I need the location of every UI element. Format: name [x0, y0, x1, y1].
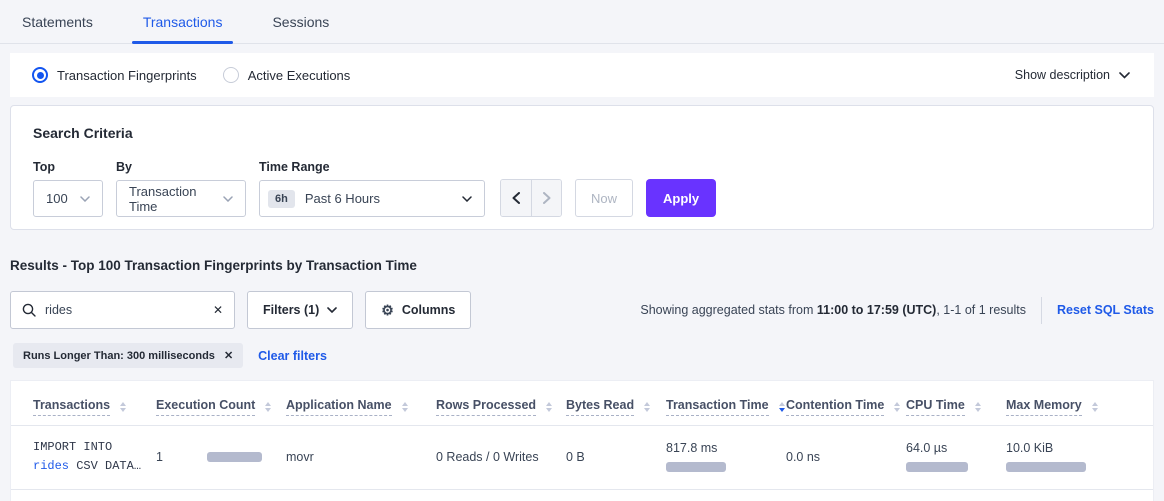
- sort-icon[interactable]: [1092, 402, 1098, 412]
- filter-pill-label: Runs Longer Than: 300 milliseconds: [23, 350, 215, 362]
- radio-selected-icon[interactable]: [32, 67, 48, 83]
- search-icon: [22, 303, 36, 317]
- radio-transaction-fingerprints[interactable]: Transaction Fingerprints: [32, 67, 197, 83]
- column-header-transactions[interactable]: Transactions: [33, 398, 126, 416]
- table-row: IMPORT INTO rides CSV DATA… 1 movr 0 Rea…: [11, 426, 1154, 490]
- radio-label: Transaction Fingerprints: [57, 68, 197, 83]
- columns-label: Columns: [402, 303, 455, 317]
- cell-contention-time: 0.0 ns: [786, 426, 906, 490]
- sort-icon[interactable]: [894, 402, 900, 412]
- column-header-max-memory[interactable]: Max Memory: [1006, 398, 1098, 416]
- column-header-execution-count[interactable]: Execution Count: [156, 398, 271, 416]
- cell-bytes-read: 0 B: [566, 426, 666, 490]
- search-criteria-title: Search Criteria: [33, 125, 1131, 141]
- sort-icon-active-desc[interactable]: [779, 402, 785, 412]
- apply-button[interactable]: Apply: [646, 179, 716, 217]
- by-value: Transaction Time: [129, 184, 223, 214]
- chevron-left-icon: [512, 192, 520, 204]
- cell-transaction-fingerprint: IMPORT INTO rides CSV DATA…: [11, 426, 156, 490]
- chevron-down-icon: [462, 196, 472, 202]
- cell-max-memory: 10.0 KiB: [1006, 426, 1154, 490]
- show-description-label: Show description: [1015, 68, 1110, 82]
- clear-search-icon[interactable]: ✕: [213, 304, 223, 316]
- by-label: By: [116, 160, 246, 174]
- show-description-toggle[interactable]: Show description: [1015, 68, 1130, 82]
- tab-transactions[interactable]: Transactions: [132, 0, 234, 43]
- max-memory-bar: [1006, 462, 1086, 472]
- cell-application-name: movr: [286, 426, 436, 490]
- radio-active-executions[interactable]: Active Executions: [223, 67, 351, 83]
- time-range-prev-button[interactable]: [501, 180, 531, 216]
- sort-icon[interactable]: [975, 402, 981, 412]
- clear-filters-link[interactable]: Clear filters: [258, 349, 327, 363]
- results-title: Results - Top 100 Transaction Fingerprin…: [10, 258, 1154, 273]
- cell-rows-processed: 0 Reads / 0 Writes: [436, 426, 566, 490]
- tab-statements[interactable]: Statements: [11, 0, 104, 43]
- sort-icon[interactable]: [120, 402, 126, 412]
- results-table-card: Transactions Execution Count Application…: [10, 380, 1154, 501]
- top-tab-bar: Statements Transactions Sessions: [0, 0, 1164, 44]
- transaction-time-bar: [666, 462, 726, 472]
- transaction-link[interactable]: rides: [33, 459, 69, 473]
- search-criteria-card: Search Criteria Top 100 By Transaction T…: [10, 105, 1154, 230]
- top-label: Top: [33, 160, 103, 174]
- column-header-bytes-read[interactable]: Bytes Read: [566, 398, 650, 416]
- column-header-contention-time[interactable]: Contention Time: [786, 398, 900, 416]
- top-select[interactable]: 100: [33, 180, 103, 217]
- gear-icon: ⚙: [381, 303, 394, 317]
- columns-button[interactable]: ⚙ Columns: [365, 291, 471, 329]
- column-header-rows-processed[interactable]: Rows Processed: [436, 398, 552, 416]
- time-range-label: Time Range: [259, 160, 485, 174]
- sort-icon[interactable]: [546, 402, 552, 412]
- time-range-select[interactable]: 6h Past 6 Hours: [259, 180, 485, 217]
- cell-execution-count: 1: [156, 426, 286, 490]
- view-mode-bar: Transaction Fingerprints Active Executio…: [10, 53, 1154, 97]
- stats-time-range: 11:00 to 17:59 (UTC): [817, 303, 936, 317]
- column-header-transaction-time[interactable]: Transaction Time: [666, 398, 785, 416]
- top-value: 100: [46, 191, 68, 206]
- sort-icon[interactable]: [265, 402, 271, 412]
- cell-cpu-time: 64.0 µs: [906, 426, 1006, 490]
- time-range-pager: [500, 179, 562, 217]
- reset-sql-stats-link[interactable]: Reset SQL Stats: [1057, 303, 1154, 317]
- time-range-badge: 6h: [268, 190, 295, 208]
- chevron-down-icon: [223, 196, 233, 202]
- radio-unselected-icon[interactable]: [223, 67, 239, 83]
- time-range-next-button[interactable]: [531, 180, 561, 216]
- vertical-divider: [1041, 297, 1042, 324]
- sort-icon[interactable]: [644, 402, 650, 412]
- sort-icon[interactable]: [402, 402, 408, 412]
- aggregated-stats-text: Showing aggregated stats from 11:00 to 1…: [640, 303, 1026, 317]
- chevron-down-icon: [327, 307, 337, 313]
- table-header-row: Transactions Execution Count Application…: [11, 381, 1154, 426]
- remove-filter-icon[interactable]: ✕: [224, 349, 233, 362]
- chevron-down-icon: [1119, 72, 1130, 79]
- by-select[interactable]: Transaction Time: [116, 180, 246, 217]
- chevron-right-icon: [543, 192, 551, 204]
- filter-pill: Runs Longer Than: 300 milliseconds ✕: [13, 343, 243, 368]
- cell-transaction-time: 817.8 ms: [666, 426, 786, 490]
- results-search-input[interactable]: [45, 303, 213, 317]
- results-search-box[interactable]: ✕: [10, 291, 235, 329]
- tab-sessions[interactable]: Sessions: [261, 0, 340, 43]
- cpu-time-bar: [906, 462, 968, 472]
- filters-button[interactable]: Filters (1): [247, 291, 353, 329]
- column-header-application-name[interactable]: Application Name: [286, 398, 408, 416]
- filters-label: Filters (1): [263, 303, 319, 317]
- now-button[interactable]: Now: [575, 179, 633, 217]
- radio-label: Active Executions: [248, 68, 351, 83]
- column-header-cpu-time[interactable]: CPU Time: [906, 398, 981, 416]
- chevron-down-icon: [80, 196, 90, 202]
- execution-count-bar: [207, 452, 262, 462]
- transactions-table: Transactions Execution Count Application…: [11, 381, 1154, 490]
- time-range-value: Past 6 Hours: [305, 191, 380, 206]
